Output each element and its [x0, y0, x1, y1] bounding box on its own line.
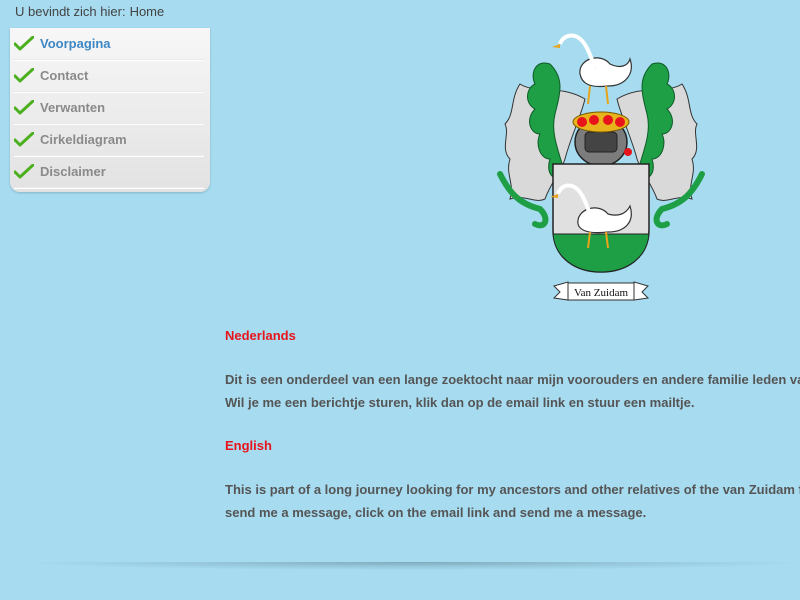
footer-shadow-divider	[30, 562, 800, 570]
page: U bevindt zich hier: Home Voorpagina Cont…	[0, 0, 800, 600]
menu-item-cirkeldiagram[interactable]: Cirkeldiagram	[14, 124, 204, 156]
check-icon	[14, 131, 34, 146]
check-icon	[14, 99, 34, 114]
menu-item-verwanten[interactable]: Verwanten	[14, 92, 204, 124]
coat-of-arms-image: Van Zuidam	[497, 33, 705, 301]
en-paragraph-line-2: send me a message, click on the email li…	[225, 505, 647, 520]
banner-text: Van Zuidam	[574, 287, 629, 299]
menu-item-label: Verwanten	[40, 100, 106, 115]
breadcrumb-prefix: U bevindt zich hier:	[15, 4, 126, 19]
breadcrumb-current: Home	[129, 4, 165, 19]
menu-item-contact[interactable]: Contact	[14, 60, 204, 92]
nl-paragraph-line-1: Dit is een onderdeel van een lange zoekt…	[225, 372, 800, 387]
menu-item-voorpagina[interactable]: Voorpagina	[14, 28, 204, 60]
main-content: Nederlands Dit is een onderdeel van een …	[225, 322, 800, 524]
menu-item-label: Voorpagina	[40, 36, 111, 51]
shield	[550, 163, 650, 273]
menu-item-label: Disclaimer	[40, 164, 106, 179]
check-icon	[14, 35, 34, 50]
breadcrumb: U bevindt zich hier: Home	[15, 4, 164, 19]
en-paragraph-line-1: This is part of a long journey looking f…	[225, 482, 800, 497]
nl-paragraph-line-2: Wil je me een berichtje sturen, klik dan…	[225, 395, 695, 410]
menu-item-label: Cirkeldiagram	[40, 132, 127, 147]
check-icon	[14, 67, 34, 82]
motto-banner: Van Zuidam	[552, 281, 650, 301]
menu-item-disclaimer[interactable]: Disclaimer	[14, 156, 204, 188]
check-icon	[14, 163, 34, 178]
sidebar-menu: Voorpagina Contact Verwanten Cirkeldiagr…	[10, 28, 210, 192]
heading-english: English	[225, 438, 272, 453]
heading-nederlands: Nederlands	[225, 328, 296, 343]
menu-item-label: Contact	[40, 68, 89, 83]
wreath	[572, 111, 630, 133]
